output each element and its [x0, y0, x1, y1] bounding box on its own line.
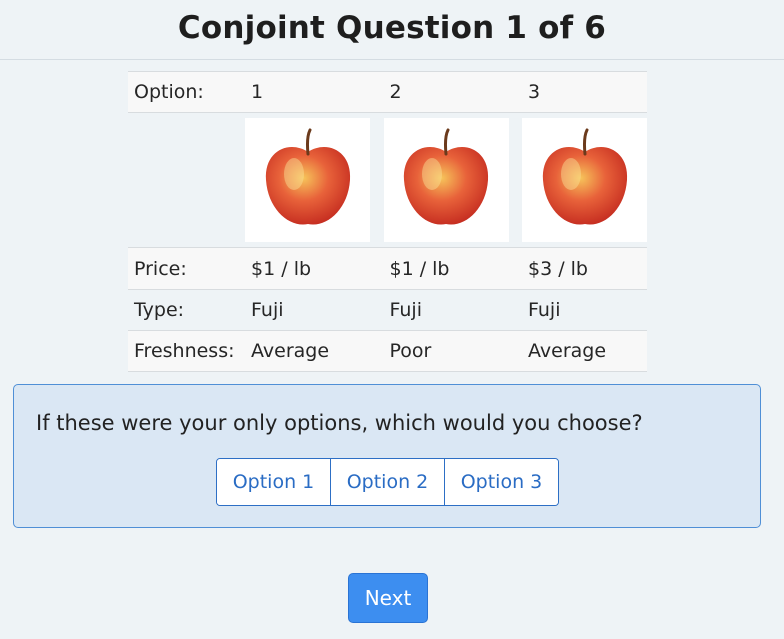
freshness-row: Freshness: Average Poor Average: [128, 330, 647, 372]
freshness-value: Average: [522, 330, 647, 372]
freshness-value: Poor: [383, 330, 522, 372]
price-value: $1 / lb: [245, 247, 384, 290]
row-label: Option:: [128, 71, 246, 113]
page-header: Conjoint Question 1 of 6: [0, 0, 784, 60]
price-value: $1 / lb: [383, 247, 522, 290]
type-value: Fuji: [245, 289, 384, 331]
option-3-button[interactable]: Option 3: [444, 459, 558, 505]
option-number: 3: [522, 71, 647, 113]
row-label: Price:: [128, 247, 246, 290]
type-value: Fuji: [522, 289, 647, 331]
apple-image: [245, 118, 371, 242]
conjoint-table: Option: 1 2 3 Price: $1 / lb $1 / lb $3 …: [128, 71, 647, 372]
price-row: Price: $1 / lb $1 / lb $3 / lb: [128, 247, 647, 290]
row-label: Freshness:: [128, 330, 246, 372]
option-number: 2: [383, 71, 522, 113]
type-row: Type: Fuji Fuji Fuji: [128, 289, 647, 331]
table-header-row: Option: 1 2 3: [128, 71, 647, 113]
apple-image: [522, 118, 647, 242]
next-button[interactable]: Next: [348, 573, 428, 623]
option-1-button[interactable]: Option 1: [217, 459, 330, 505]
freshness-value: Average: [245, 330, 384, 372]
question-text: If these were your only options, which w…: [36, 411, 643, 435]
image-row: [128, 112, 647, 248]
page-title: Conjoint Question 1 of 6: [177, 9, 607, 46]
question-panel: If these were your only options, which w…: [13, 384, 761, 528]
apple-image: [383, 118, 509, 242]
option-number: 1: [245, 71, 384, 113]
option-2-button[interactable]: Option 2: [330, 459, 444, 505]
price-value: $3 / lb: [522, 247, 647, 290]
row-label: Type:: [128, 289, 246, 331]
option-button-group: Option 1 Option 2 Option 3: [216, 458, 559, 506]
type-value: Fuji: [383, 289, 522, 331]
